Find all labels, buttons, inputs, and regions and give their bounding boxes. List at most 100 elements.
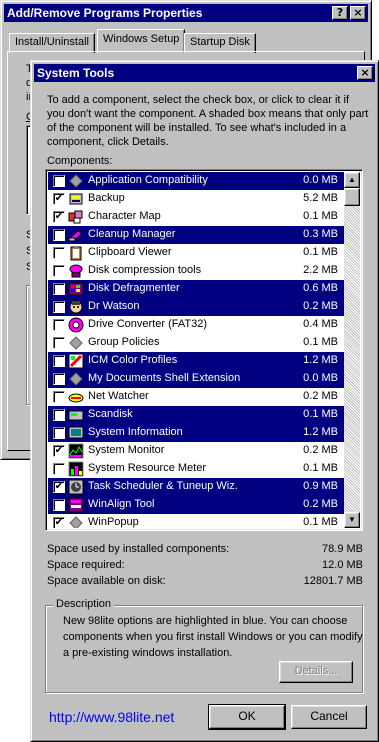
component-checkbox[interactable] bbox=[53, 427, 65, 439]
component-row-clipboard-viewer[interactable]: Clipboard Viewer 0.1 MB bbox=[48, 244, 344, 262]
component-size: 0.1 MB bbox=[303, 462, 338, 474]
component-size: 0.2 MB bbox=[303, 390, 338, 402]
scroll-up-button[interactable]: ▲ bbox=[344, 172, 360, 188]
space-required-label: Space required: bbox=[47, 559, 125, 571]
description-label: Description bbox=[53, 598, 115, 610]
component-size: 1.2 MB bbox=[303, 354, 338, 366]
help-button[interactable]: ? bbox=[332, 6, 348, 20]
component-checkbox[interactable] bbox=[53, 247, 65, 259]
component-checkbox[interactable] bbox=[53, 265, 65, 277]
component-size: 0.1 MB bbox=[303, 210, 338, 222]
component-checkbox[interactable]: ✔ bbox=[53, 193, 65, 205]
system-info-icon bbox=[68, 425, 84, 441]
component-checkbox[interactable] bbox=[53, 391, 65, 403]
component-size: 1.2 MB bbox=[303, 426, 338, 438]
component-name: WinPopup bbox=[88, 516, 139, 528]
components-rows: Application Compatibility 0.0 MB ✔ Backup 5.… bbox=[48, 172, 346, 528]
component-name: ICM Color Profiles bbox=[88, 354, 178, 366]
component-checkbox[interactable] bbox=[53, 229, 65, 241]
defrag-icon bbox=[68, 281, 84, 297]
instructions-text: To add a component, select the check box… bbox=[47, 94, 369, 148]
component-row-winalign-tool[interactable]: WinAlign Tool 0.2 MB bbox=[48, 496, 344, 514]
component-checkbox[interactable]: ✔ bbox=[53, 481, 65, 493]
component-row-dr-watson[interactable]: Dr Watson 0.2 MB bbox=[48, 298, 344, 316]
ok-button[interactable]: OK bbox=[208, 704, 286, 730]
component-checkbox[interactable] bbox=[53, 175, 65, 187]
component-row-my-documents-shell-extension[interactable]: My Documents Shell Extension 0.0 MB bbox=[48, 370, 344, 388]
component-size: 0.4 MB bbox=[303, 318, 338, 330]
component-checkbox[interactable] bbox=[53, 463, 65, 475]
dialog-close-button[interactable]: × bbox=[357, 66, 373, 80]
component-name: Scandisk bbox=[88, 408, 133, 420]
component-name: Disk compression tools bbox=[88, 264, 202, 276]
dialog-title: System Tools bbox=[37, 66, 115, 80]
tab-install-uninstall[interactable]: Install/Uninstall bbox=[9, 33, 95, 53]
component-name: Group Policies bbox=[88, 336, 160, 348]
space-used-label: Space used by installed components: bbox=[47, 543, 230, 555]
component-checkbox[interactable]: ✔ bbox=[53, 211, 65, 223]
component-size: 2.2 MB bbox=[303, 264, 338, 276]
component-row-scandisk[interactable]: Scandisk 0.1 MB bbox=[48, 406, 344, 424]
component-row-task-scheduler-tuneup-wiz[interactable]: ✔ Task Scheduler & Tuneup Wiz. 0.9 MB bbox=[48, 478, 344, 496]
component-name: System Resource Meter bbox=[88, 462, 206, 474]
component-row-cleanup-manager[interactable]: Cleanup Manager 0.3 MB bbox=[48, 226, 344, 244]
component-name: WinAlign Tool bbox=[88, 498, 155, 510]
component-checkbox[interactable] bbox=[53, 283, 65, 295]
component-checkbox[interactable] bbox=[53, 337, 65, 349]
component-row-character-map[interactable]: ✔ Character Map 0.1 MB bbox=[48, 208, 344, 226]
component-row-drive-converter-fat32[interactable]: Drive Converter (FAT32) 0.4 MB bbox=[48, 316, 344, 334]
component-row-system-information[interactable]: System Information 1.2 MB bbox=[48, 424, 344, 442]
description-text: New 98lite options are highlighted in bl… bbox=[63, 613, 363, 661]
component-row-group-policies[interactable]: Group Policies 0.1 MB bbox=[48, 334, 344, 352]
component-size: 0.1 MB bbox=[303, 408, 338, 420]
component-row-backup[interactable]: ✔ Backup 5.2 MB bbox=[48, 190, 344, 208]
component-name: Cleanup Manager bbox=[88, 228, 176, 240]
component-size: 0.2 MB bbox=[303, 444, 338, 456]
component-row-system-resource-meter[interactable]: System Resource Meter 0.1 MB bbox=[48, 460, 344, 478]
gray-diamond-icon bbox=[68, 371, 84, 387]
scrollbar[interactable]: ▲ ▼ bbox=[344, 172, 360, 528]
space-available-label: Space available on disk: bbox=[47, 575, 166, 587]
component-row-disk-compression-tools[interactable]: Disk compression tools 2.2 MB bbox=[48, 262, 344, 280]
component-size: 0.2 MB bbox=[303, 498, 338, 510]
component-checkbox[interactable] bbox=[53, 409, 65, 421]
url-link[interactable]: http://www.98lite.net bbox=[49, 709, 174, 725]
component-checkbox[interactable]: ✔ bbox=[53, 517, 65, 528]
backup-icon bbox=[68, 191, 84, 207]
gray-diamond-icon bbox=[68, 335, 84, 351]
color-profiles-icon bbox=[68, 353, 84, 369]
component-name: Task Scheduler & Tuneup Wiz. bbox=[88, 480, 238, 492]
tab-startup-disk[interactable]: Startup Disk bbox=[184, 33, 256, 53]
component-checkbox[interactable] bbox=[53, 301, 65, 313]
component-checkbox[interactable] bbox=[53, 319, 65, 331]
component-size: 0.9 MB bbox=[303, 480, 338, 492]
components-list[interactable]: Application Compatibility 0.0 MB ✔ Backup 5.… bbox=[45, 169, 363, 531]
resource-meter-icon bbox=[68, 461, 84, 477]
component-checkbox[interactable] bbox=[53, 355, 65, 367]
system-monitor-icon bbox=[68, 443, 84, 459]
description-body: New 98lite options are highlighted in bl… bbox=[63, 615, 363, 659]
details-button[interactable]: Details... bbox=[279, 661, 353, 683]
component-name: Character Map bbox=[88, 210, 161, 222]
component-row-winpopup[interactable]: ✔ WinPopup 0.1 MB bbox=[48, 514, 344, 528]
component-name: Backup bbox=[88, 192, 125, 204]
component-checkbox[interactable]: ✔ bbox=[53, 445, 65, 457]
component-row-disk-defragmenter[interactable]: Disk Defragmenter 0.6 MB bbox=[48, 280, 344, 298]
component-checkbox[interactable] bbox=[53, 373, 65, 385]
tab-windows-setup[interactable]: Windows Setup bbox=[97, 29, 186, 53]
winalign-icon bbox=[68, 497, 84, 513]
cancel-button[interactable]: Cancel bbox=[291, 705, 367, 729]
component-checkbox[interactable] bbox=[53, 499, 65, 511]
gray-diamond-icon bbox=[68, 515, 84, 528]
scroll-down-button[interactable]: ▼ bbox=[344, 512, 360, 528]
scandisk-icon bbox=[68, 407, 84, 423]
component-row-application-compatibility[interactable]: Application Compatibility 0.0 MB bbox=[48, 172, 344, 190]
component-row-icm-color-profiles[interactable]: ICM Color Profiles 1.2 MB bbox=[48, 352, 344, 370]
component-size: 0.1 MB bbox=[303, 246, 338, 258]
parent-close-button[interactable]: × bbox=[350, 6, 366, 20]
component-row-net-watcher[interactable]: Net Watcher 0.2 MB bbox=[48, 388, 344, 406]
component-row-system-monitor[interactable]: ✔ System Monitor 0.2 MB bbox=[48, 442, 344, 460]
scroll-thumb[interactable] bbox=[344, 188, 360, 206]
component-size: 0.0 MB bbox=[303, 174, 338, 186]
component-size: 0.2 MB bbox=[303, 300, 338, 312]
